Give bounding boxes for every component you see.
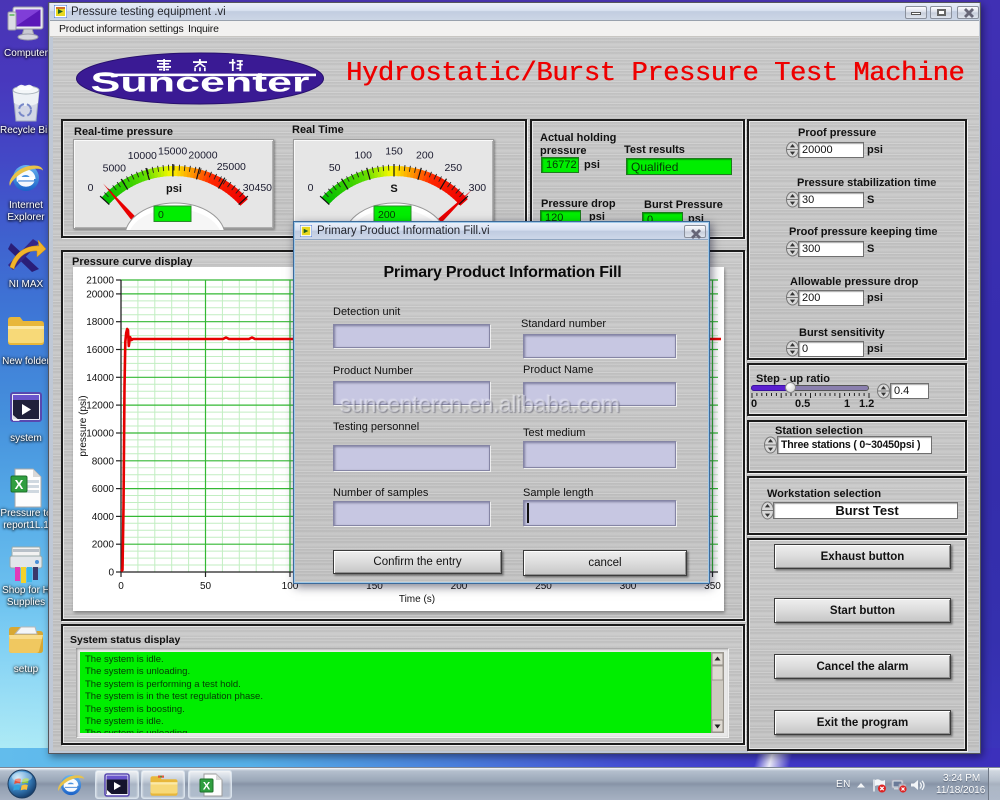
svg-text:250: 250	[445, 162, 463, 174]
svg-text:150: 150	[385, 146, 403, 158]
svg-text:0: 0	[108, 568, 114, 579]
svg-text:5000: 5000	[103, 162, 127, 174]
svg-text:6000: 6000	[92, 484, 115, 495]
svg-text:0: 0	[158, 209, 164, 221]
svg-text:100: 100	[354, 150, 372, 162]
svg-text:200: 200	[416, 150, 434, 162]
svg-text:12000: 12000	[86, 401, 114, 412]
svg-text:50: 50	[200, 581, 212, 592]
svg-text:50: 50	[329, 162, 341, 174]
svg-text:25000: 25000	[217, 161, 246, 173]
svg-text:Suncenter: Suncenter	[91, 67, 310, 98]
svg-text:14000: 14000	[86, 373, 114, 384]
svg-text:X: X	[203, 781, 211, 793]
svg-text:18000: 18000	[86, 317, 114, 328]
svg-text:Time (s): Time (s)	[399, 594, 435, 605]
svg-text:21000: 21000	[86, 276, 114, 287]
svg-text:200: 200	[378, 209, 396, 221]
svg-text:20000: 20000	[188, 149, 217, 161]
svg-text:psi: psi	[166, 183, 182, 195]
svg-text:30450: 30450	[243, 182, 272, 194]
svg-text:16000: 16000	[86, 345, 114, 356]
svg-text:15000: 15000	[158, 146, 187, 158]
svg-text:0: 0	[88, 182, 94, 194]
svg-text:0: 0	[308, 182, 314, 194]
svg-text:8000: 8000	[92, 456, 115, 467]
svg-text:10000: 10000	[128, 150, 157, 162]
svg-text:2000: 2000	[92, 540, 115, 551]
svg-text:10000: 10000	[86, 429, 114, 440]
svg-text:300: 300	[469, 182, 487, 194]
svg-text:0: 0	[118, 581, 124, 592]
svg-text:S: S	[390, 183, 397, 195]
svg-text:pressure (psi): pressure (psi)	[78, 395, 89, 456]
svg-text:20000: 20000	[86, 289, 114, 300]
svg-text:4000: 4000	[92, 512, 115, 523]
svg-text:X: X	[15, 477, 24, 492]
